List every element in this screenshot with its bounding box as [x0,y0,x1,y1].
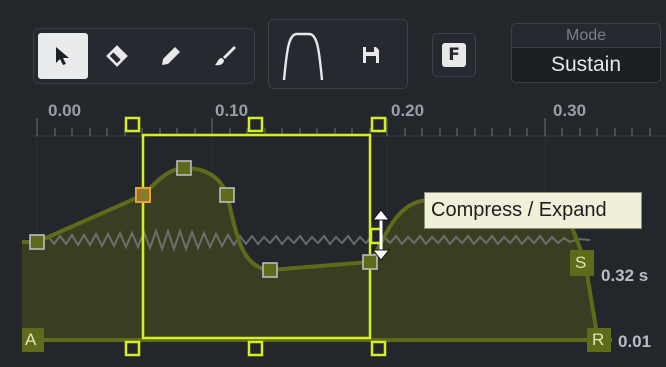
selection-handle-top-right[interactable] [370,116,387,133]
selection-handle-bottom-right[interactable] [370,340,387,357]
compress-expand-tooltip: Compress / Expand [424,192,642,229]
selection-handle-bottom-center[interactable] [247,340,264,357]
sustain-marker-label: S [575,253,587,272]
envelope-node[interactable] [176,160,192,176]
selection-handle-top-center[interactable] [247,116,264,133]
envelope-node[interactable] [262,262,278,278]
release-marker-label: R [592,330,605,349]
envelope-node[interactable] [29,234,45,250]
envelope-canvas[interactable] [0,0,666,367]
sustain-time-value: 0.32 s [601,266,649,285]
envelope-node-selected[interactable] [135,187,151,203]
envelope-node[interactable] [362,254,378,270]
selection-handle-bottom-left[interactable] [124,340,141,357]
attack-marker-label: A [25,330,37,349]
release-level-value: 0.01 [618,332,652,351]
envelope-node[interactable] [219,187,235,203]
envelope-editor: F Mode Sustain 0.00 0.10 0.20 0.30 A S R… [0,0,666,367]
selection-handle-top-left[interactable] [124,116,141,133]
